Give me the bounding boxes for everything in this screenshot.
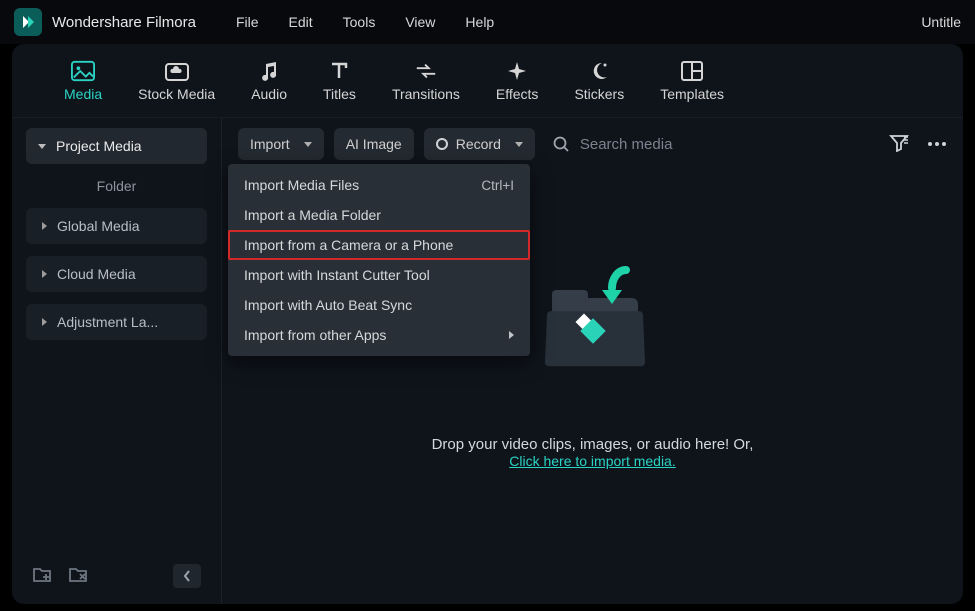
sidebar-item-label: Global Media [57,218,140,234]
search-icon [553,136,570,153]
tab-stock-media[interactable]: Stock Media [138,59,215,102]
import-other-apps[interactable]: Import from other Apps [228,320,530,350]
ai-image-button[interactable]: AI Image [334,128,414,160]
chevron-down-icon [304,142,312,147]
image-icon [71,59,95,83]
filter-icon[interactable] [889,134,909,155]
sidebar-item-adjustment-layer[interactable]: Adjustment La... [26,304,207,340]
chevron-right-icon [42,222,47,230]
new-folder-icon[interactable] [32,566,52,587]
drop-text: Drop your video clips, images, or audio … [432,436,754,453]
folder-illustration [538,262,648,368]
menu-item-label: Import a Media Folder [244,207,381,223]
tab-label: Titles [323,86,356,102]
menu-help[interactable]: Help [465,14,494,30]
download-arrow-icon [598,266,632,306]
tab-label: Audio [251,86,287,102]
record-label: Record [456,136,501,152]
sidebar-item-global-media[interactable]: Global Media [26,208,207,244]
chevron-left-icon [183,570,191,582]
app-name: Wondershare Filmora [52,14,196,31]
layout-icon [680,59,704,83]
tab-stickers[interactable]: Stickers [574,59,624,102]
toolbar: Media Stock Media Audio Titles Transitio… [12,44,963,118]
menu-view[interactable]: View [405,14,435,30]
tab-audio[interactable]: Audio [251,59,287,102]
menu-edit[interactable]: Edit [289,14,313,30]
panel-toolbar: Import AI Image Record [238,128,947,160]
record-button[interactable]: Record [424,128,535,160]
import-media-files[interactable]: Import Media Files Ctrl+I [228,170,530,200]
tab-titles[interactable]: Titles [323,59,356,102]
record-icon [436,138,448,150]
menu-item-label: Import from other Apps [244,327,386,343]
import-instant-cutter[interactable]: Import with Instant Cutter Tool [228,260,530,290]
tab-label: Media [64,86,102,102]
sparkle-icon [505,59,529,83]
sidebar-item-label: Cloud Media [57,266,136,282]
tab-label: Templates [660,86,724,102]
menu-item-shortcut: Ctrl+I [481,178,514,193]
ai-image-label: AI Image [346,136,402,152]
tab-templates[interactable]: Templates [660,59,724,102]
menu-file[interactable]: File [236,14,259,30]
folder-heading: Folder [26,178,207,194]
menu-item-label: Import with Instant Cutter Tool [244,267,430,283]
chevron-right-icon [42,318,47,326]
document-title: Untitle [921,14,961,30]
tab-transitions[interactable]: Transitions [392,59,460,102]
tab-effects[interactable]: Effects [496,59,539,102]
sidebar: Project Media Folder Global Media Cloud … [12,118,222,604]
music-note-icon [257,59,281,83]
more-options-icon[interactable] [927,134,947,155]
letter-t-icon [327,59,351,83]
chevron-down-icon [38,144,46,149]
chevron-down-icon [515,142,523,147]
menu-item-label: Import with Auto Beat Sync [244,297,412,313]
tab-label: Stock Media [138,86,215,102]
sidebar-item-label: Adjustment La... [57,314,158,330]
import-label: Import [250,136,290,152]
cloud-image-icon [165,59,189,83]
tab-label: Transitions [392,86,460,102]
tab-label: Stickers [574,86,624,102]
import-media-folder[interactable]: Import a Media Folder [228,200,530,230]
workspace: Media Stock Media Audio Titles Transitio… [12,44,963,604]
import-button[interactable]: Import [238,128,324,160]
import-camera-phone[interactable]: Import from a Camera or a Phone [228,230,530,260]
import-dropdown: Import Media Files Ctrl+I Import a Media… [228,164,530,356]
project-media-label: Project Media [56,138,142,154]
moon-sparkle-icon [587,59,611,83]
title-bar: Wondershare Filmora File Edit Tools View… [0,0,975,44]
content-area: Project Media Folder Global Media Cloud … [12,118,963,604]
collapse-sidebar-button[interactable] [173,564,201,588]
sidebar-item-cloud-media[interactable]: Cloud Media [26,256,207,292]
arrows-swap-icon [414,59,438,83]
import-auto-beat-sync[interactable]: Import with Auto Beat Sync [228,290,530,320]
tab-label: Effects [496,86,539,102]
menubar: File Edit Tools View Help [236,14,494,30]
tab-media[interactable]: Media [64,59,102,102]
main-panel: Import AI Image Record [222,118,963,604]
delete-folder-icon[interactable] [68,566,88,587]
menu-item-label: Import Media Files [244,177,359,193]
menu-item-label: Import from a Camera or a Phone [244,237,453,253]
app-logo [14,8,42,36]
project-media-button[interactable]: Project Media [26,128,207,164]
chevron-right-icon [509,331,514,339]
search-input[interactable] [580,136,879,153]
chevron-right-icon [42,270,47,278]
menu-tools[interactable]: Tools [343,14,376,30]
import-link[interactable]: Click here to import media. [509,453,676,469]
